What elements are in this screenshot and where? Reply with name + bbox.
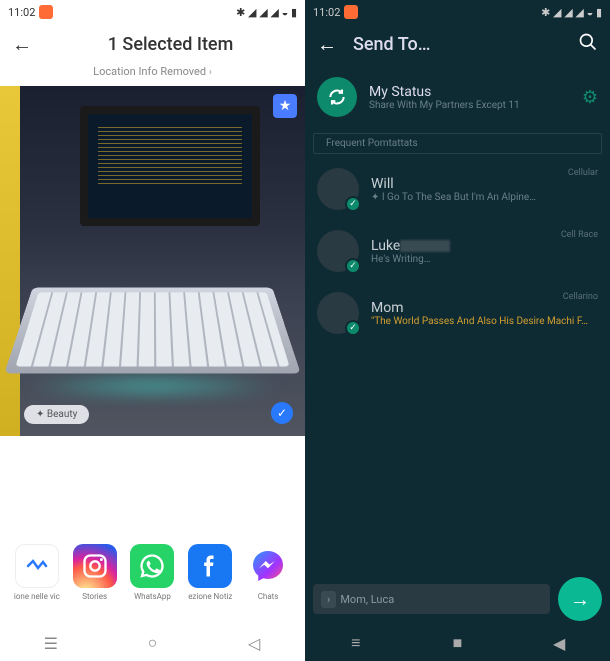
nav-back-button[interactable]: ◀ (549, 633, 569, 653)
back-button[interactable]: ← (317, 32, 337, 57)
contact-row[interactable]: ✓ Will ✦ I Go To The Sea But I'm An Alpi… (305, 158, 610, 220)
my-status-row[interactable]: My Status Share With My Partners Except … (305, 65, 610, 129)
status-refresh-icon (317, 77, 357, 117)
status-time: 11:02 (8, 6, 35, 19)
contact-type: Cellular (568, 168, 598, 178)
status-bar: 11:02 ✱ ◢ ◢ ◢ ◒ ▮ (0, 0, 305, 24)
contact-row[interactable]: ✓ Luke He's Writing… Cell Race (305, 220, 610, 282)
nav-menu-button[interactable]: ☰ (41, 633, 61, 653)
selected-check-icon: ✓ (345, 258, 361, 274)
nav-home-button[interactable]: ■ (447, 633, 467, 653)
share-apps-row: ione nelle vic Stories WhatsApp ezione N… (0, 524, 305, 621)
nav-bar: ≡ ■ ◀ (305, 625, 610, 661)
share-app-facebook[interactable]: ezione Notiz (183, 544, 237, 601)
nav-home-button[interactable]: ○ (142, 633, 162, 653)
share-app-nearby[interactable]: ione nelle vic (10, 544, 64, 601)
contact-status: ✦ I Go To The Sea But I'm An Alpine… (371, 192, 598, 203)
share-app-messenger[interactable]: Chats (241, 544, 295, 601)
share-app-whatsapp[interactable]: WhatsApp (125, 544, 179, 601)
contact-row[interactable]: ✓ Mom "The World Passes And Also His Des… (305, 282, 610, 344)
send-bar: ›Mom, Luca → (313, 577, 602, 621)
status-icons: ✱ ◢ ◢ ◢ ◒ ▮ (541, 6, 602, 19)
settings-gear-icon[interactable]: ⚙ (582, 87, 598, 108)
contact-name: Will (371, 176, 598, 192)
selected-image-preview[interactable]: ★ ✦ Beauty ✓ (0, 86, 305, 436)
status-time: 11:02 (313, 6, 340, 19)
nav-menu-button[interactable]: ≡ (346, 633, 366, 653)
star-icon[interactable]: ★ (273, 94, 297, 118)
contact-type: Cellarino (563, 292, 598, 302)
header: ← Send To… (305, 24, 610, 65)
nav-bar: ☰ ○ ◁ (0, 625, 305, 661)
selected-check-icon[interactable]: ✓ (271, 402, 293, 424)
status-bar: 11:02 ✱ ◢ ◢ ◢ ◒ ▮ (305, 0, 610, 24)
selected-check-icon: ✓ (345, 196, 361, 212)
section-frequent-label: Frequent Pomtattats (313, 133, 602, 154)
notification-dot-icon (39, 5, 53, 19)
location-removed-link[interactable]: Location Info Removed › (12, 65, 293, 78)
back-button[interactable]: ← (12, 32, 32, 57)
notification-dot-icon (344, 5, 358, 19)
contact-status: He's Writing… (371, 254, 598, 265)
send-fab-button[interactable]: → (558, 577, 602, 621)
selected-check-icon: ✓ (345, 320, 361, 336)
my-status-title: My Status (369, 84, 570, 100)
gallery-share-screen: 11:02 ✱ ◢ ◢ ◢ ◒ ▮ ← 1 Selected Item Loca… (0, 0, 305, 661)
page-title: 1 Selected Item (48, 34, 293, 55)
status-icons: ✱ ◢ ◢ ◢ ◒ ▮ (236, 6, 297, 19)
page-title: Send To… (353, 34, 562, 55)
header: ← 1 Selected Item Location Info Removed … (0, 24, 305, 86)
contact-type: Cell Race (561, 230, 598, 240)
beauty-chip[interactable]: ✦ Beauty (24, 405, 89, 424)
share-app-instagram[interactable]: Stories (68, 544, 122, 601)
contact-status: "The World Passes And Also His Desire Ma… (371, 316, 598, 327)
recipients-input[interactable]: ›Mom, Luca (313, 584, 550, 614)
search-button[interactable] (578, 32, 598, 57)
chevron-right-icon: › (209, 67, 212, 78)
whatsapp-send-to-screen: 11:02 ✱ ◢ ◢ ◢ ◒ ▮ ← Send To… My Status S… (305, 0, 610, 661)
nav-back-button[interactable]: ◁ (244, 633, 264, 653)
my-status-subtitle: Share With My Partners Except 11 (369, 100, 570, 111)
